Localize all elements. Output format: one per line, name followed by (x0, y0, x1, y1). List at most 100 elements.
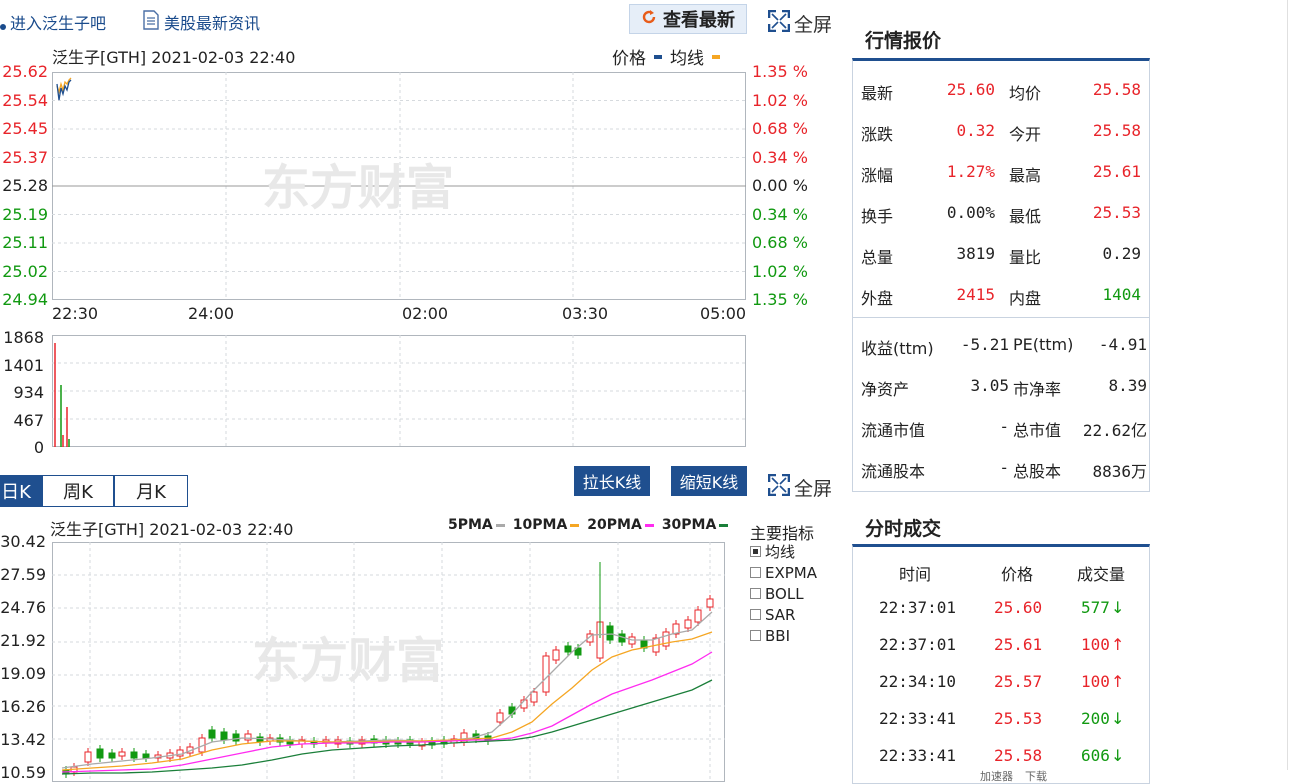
volume-tick-label: 467 (13, 410, 44, 430)
intraday-volume-chart[interactable] (52, 335, 746, 447)
trade-row: 22:33:41 25.58 606 ↓ (853, 740, 1149, 770)
quote-label: 流通市值 (861, 421, 926, 440)
quote-row: 最新 25.60 均价 25.58 (853, 74, 1149, 104)
trade-price: 25.57 (994, 672, 1043, 691)
candle (256, 736, 264, 743)
candle (564, 645, 572, 653)
quote-value: 0.00% (946, 203, 995, 222)
volume-tick-label: 1868 (3, 328, 44, 347)
quote-value: 3.05 (970, 376, 1009, 395)
percent-tick-label: 0.34 % (752, 147, 808, 167)
percent-tick-label: 0.68 % (752, 119, 808, 138)
fullscreen-button-kline[interactable]: 全屏 (767, 473, 832, 501)
trades-panel-title: 分时成交 (865, 518, 942, 540)
price-tick-label: 24.94 (2, 290, 48, 309)
checkbox[interactable] (750, 546, 761, 557)
refresh-icon (641, 9, 657, 30)
kline-price-tick: 10.59 (0, 763, 46, 782)
quote-value: 3819 (956, 244, 995, 263)
arrow-down-icon: ↓ (1111, 709, 1125, 728)
candle (508, 706, 516, 715)
time-tick-label: 05:00 (700, 304, 747, 323)
quote-label: 换手 (861, 207, 894, 226)
price-tick-label: 25.54 (2, 90, 48, 110)
lengthen-kline-button[interactable]: 拉长K线 (574, 466, 650, 496)
us-news-link[interactable]: 美股最新资讯 (142, 10, 260, 34)
quote-value: - (999, 458, 1009, 477)
quote-label: 内盘 (1009, 289, 1042, 308)
tab-month-k[interactable]: 月K (114, 475, 188, 507)
ma-legend-item: 10PMA (513, 517, 580, 533)
view-latest-label: 查看最新 (663, 10, 735, 31)
kline-price-tick: 16.26 (0, 697, 46, 716)
time-tick-label: 02:00 (402, 304, 449, 323)
indicator-option[interactable]: SAR (750, 604, 817, 625)
trade-time: 22:33:41 (879, 709, 957, 728)
kline-chart[interactable]: 东方财富 (52, 542, 725, 782)
candle (84, 751, 92, 763)
price-tick-label: 25.19 (2, 204, 48, 224)
kline-price-tick: 24.76 (0, 598, 46, 617)
quote-value: 25.58 (1092, 80, 1141, 99)
quote-label: 流通股本 (861, 462, 926, 481)
candle (208, 729, 216, 739)
quote-label: 收益(ttm) (861, 339, 934, 358)
tab-day-k[interactable]: 日K (0, 475, 42, 507)
trades-header: 时间 价格 成交量 (853, 555, 1149, 585)
trade-volume: 200 (1081, 709, 1110, 728)
quote-label: 涨跌 (861, 125, 894, 144)
candle (130, 751, 138, 759)
quote-label: 今开 (1009, 125, 1042, 144)
quote-row: 涨跌 0.32 今开 25.58 (853, 115, 1149, 145)
stock-forum-link-label: 进入泛生子吧 (10, 14, 107, 33)
quote-label: 最新 (861, 84, 894, 103)
percent-tick-label: 0.00 % (752, 176, 808, 195)
trade-volume: 100 (1081, 672, 1110, 691)
indicator-option[interactable]: BBI (750, 625, 817, 646)
stock-forum-link[interactable]: 进入泛生子吧 (0, 10, 106, 34)
indicator-option[interactable]: 均线 (750, 541, 817, 562)
quote-row: 流通市值 - 总市值 22.62亿 (853, 411, 1149, 441)
checkbox[interactable] (750, 609, 761, 620)
bullet-icon (0, 24, 6, 30)
candle (694, 609, 702, 623)
trade-row: 22:34:10 25.57 100 ↑ (853, 666, 1149, 696)
percent-tick-label: 0.34 % (752, 204, 808, 224)
quote-value: 1404 (1102, 285, 1141, 304)
indicator-option[interactable]: EXPMA (750, 562, 817, 583)
tab-week-k[interactable]: 周K (42, 475, 114, 507)
trade-price: 25.60 (994, 598, 1043, 617)
legend-price-swatch (654, 54, 662, 59)
quote-value: 25.61 (1092, 162, 1141, 181)
trade-volume: 577 (1081, 598, 1110, 617)
arrow-up-icon: ↑ (1111, 635, 1125, 654)
volume-tick-label: 0 (33, 438, 44, 457)
quote-divider (853, 317, 1149, 318)
fullscreen-button-top[interactable]: 全屏 (767, 9, 832, 37)
time-tick-label: 22:30 (52, 304, 99, 323)
quote-value: 8836万 (1092, 462, 1147, 481)
checkbox[interactable] (750, 588, 761, 599)
checkbox[interactable] (750, 567, 761, 578)
quote-label: 均价 (1009, 84, 1042, 103)
candle (96, 748, 104, 759)
quote-value: 22.62亿 (1082, 421, 1147, 440)
quote-panel-title: 行情报价 (865, 30, 942, 52)
legend-average-swatch (712, 54, 720, 59)
kline-price-tick: 19.09 (0, 664, 46, 683)
view-latest-button[interactable]: 查看最新 (629, 4, 747, 34)
ma-legend-swatch (495, 523, 505, 527)
checkbox[interactable] (750, 630, 761, 641)
ma-legend-item: 30PMA (662, 517, 729, 533)
candle (706, 598, 714, 608)
quote-row: 涨幅 1.27% 最高 25.61 (853, 156, 1149, 186)
arrow-down-icon: ↓ (1111, 746, 1125, 765)
quote-value: 8.39 (1108, 376, 1147, 395)
intraday-price-chart[interactable]: 东方财富 (52, 72, 746, 300)
ma-legend-label: 10PMA (512, 517, 568, 533)
shorten-kline-button[interactable]: 缩短K线 (671, 466, 747, 496)
quote-label: 市净率 (1013, 380, 1062, 399)
kline-chart-title: 泛生子[GTH] 2021-02-03 22:40 (50, 520, 294, 539)
indicator-option[interactable]: BOLL (750, 583, 817, 604)
percent-tick-label: 1.02 % (752, 90, 808, 110)
